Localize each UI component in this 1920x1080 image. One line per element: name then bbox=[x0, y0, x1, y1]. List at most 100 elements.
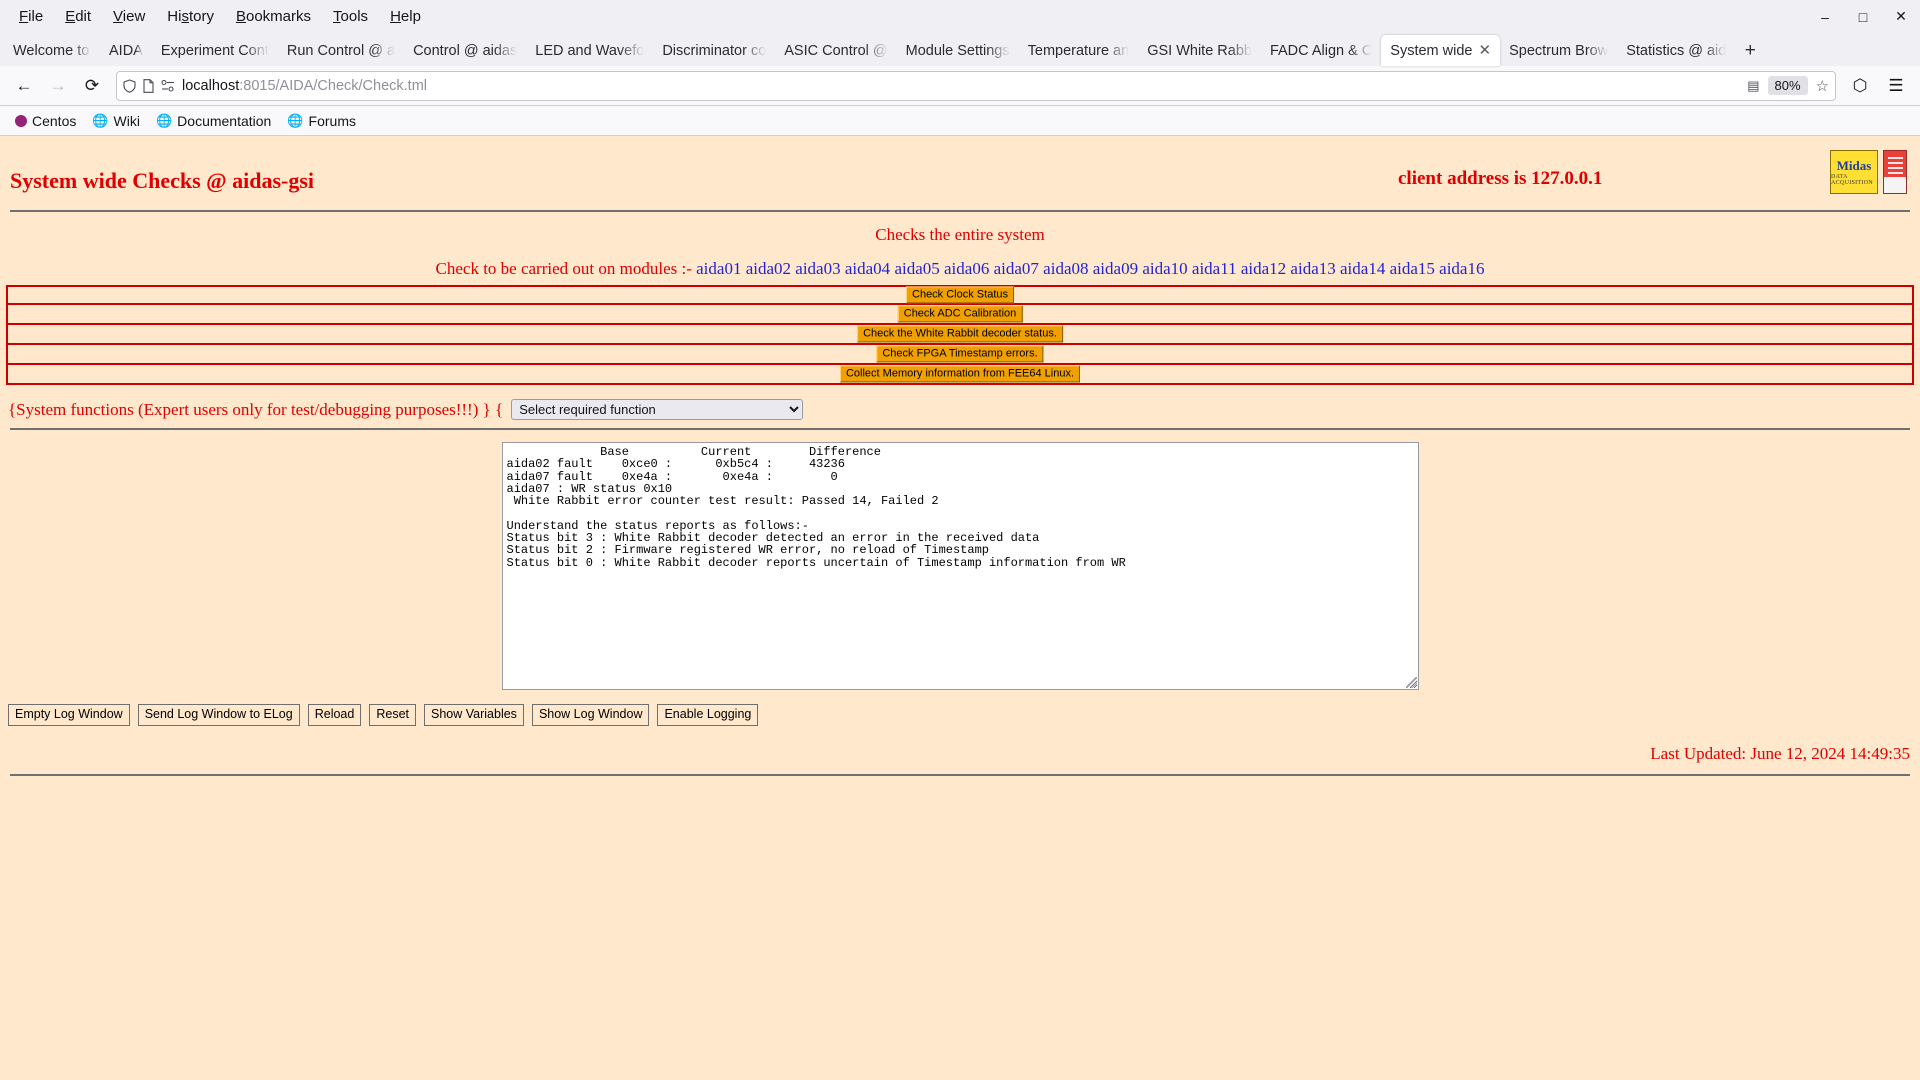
globe-icon: 🌐 bbox=[155, 112, 173, 128]
url-host: localhost bbox=[182, 77, 240, 94]
tab-label: System wide bbox=[1390, 42, 1473, 59]
check-button-4[interactable]: Collect Memory information from FEE64 Li… bbox=[839, 365, 1081, 383]
module-link-aida16[interactable]: aida16 bbox=[1435, 259, 1484, 278]
control-button-empty-log-window[interactable]: Empty Log Window bbox=[8, 704, 130, 726]
module-link-aida15[interactable]: aida15 bbox=[1385, 259, 1435, 278]
menu-history[interactable]: History bbox=[156, 5, 225, 28]
log-output-textarea[interactable]: Base Current Difference aida02 fault 0xc… bbox=[501, 442, 1419, 690]
tab-6[interactable]: Discriminator co bbox=[653, 35, 775, 66]
module-link-aida02[interactable]: aida02 bbox=[741, 259, 791, 278]
page-content: System wide Checks @ aidas-gsi client ad… bbox=[0, 136, 1920, 1080]
bookmark-centos[interactable]: Centos bbox=[8, 110, 83, 132]
url-bar[interactable]: localhost:8015/AIDA/Check/Check.tml ▤ 80… bbox=[116, 70, 1836, 101]
control-button-show-log-window[interactable]: Show Log Window bbox=[531, 704, 650, 726]
header-divider bbox=[10, 210, 1910, 212]
close-icon[interactable]: ✕ bbox=[1479, 43, 1492, 58]
bookmark-label: Wiki bbox=[113, 112, 140, 129]
control-button-show-variables[interactable]: Show Variables bbox=[424, 704, 524, 726]
log-area-wrapper: Base Current Difference aida02 fault 0xc… bbox=[0, 430, 1920, 690]
control-button-send-log-window-to-elog[interactable]: Send Log Window to ELog bbox=[137, 704, 300, 726]
bookmark-wiki[interactable]: 🌐 Wiki bbox=[85, 110, 147, 132]
tab-label: Experiment Cont bbox=[160, 42, 269, 59]
tab-label: Control @ aidas bbox=[413, 42, 518, 59]
module-link-aida08[interactable]: aida08 bbox=[1039, 259, 1088, 278]
module-link-aida07[interactable]: aida07 bbox=[989, 259, 1039, 278]
module-link-aida13[interactable]: aida13 bbox=[1286, 259, 1335, 278]
footer-divider bbox=[10, 773, 1910, 776]
check-band-2: Check the White Rabbit decoder status. bbox=[6, 325, 1914, 345]
urlbar-actions: ▤ 80% ☆ bbox=[1747, 76, 1829, 95]
tab-label: GSI White Rabb bbox=[1147, 42, 1252, 59]
tab-14[interactable]: Statistics @ aid bbox=[1617, 35, 1735, 66]
check-button-0[interactable]: Check Clock Status bbox=[906, 286, 1014, 304]
tab-10[interactable]: GSI White Rabb bbox=[1138, 35, 1261, 66]
tab-strip: Welcome to Cen AIDA Experiment Cont Run … bbox=[0, 33, 1920, 66]
check-button-2[interactable]: Check the White Rabbit decoder status. bbox=[857, 325, 1063, 343]
bookmark-documentation[interactable]: 🌐 Documentation bbox=[149, 110, 278, 132]
new-tab-button[interactable]: + bbox=[1735, 35, 1765, 66]
close-icon[interactable]: ✕ bbox=[1882, 0, 1920, 33]
tab-2[interactable]: Experiment Cont bbox=[152, 35, 278, 66]
app-menu-icon[interactable]: ☰ bbox=[1880, 71, 1912, 101]
reload-icon[interactable]: ⟳ bbox=[76, 71, 108, 101]
url-text[interactable]: localhost:8015/AIDA/Check/Check.tml bbox=[182, 78, 427, 94]
tab-1[interactable]: AIDA bbox=[100, 35, 152, 66]
check-button-1[interactable]: Check ADC Calibration bbox=[897, 305, 1023, 323]
midas-logo-text: Midas bbox=[1836, 157, 1872, 173]
control-button-reset[interactable]: Reset bbox=[369, 704, 416, 726]
page-info-icon[interactable] bbox=[143, 78, 154, 93]
page-subtitle: Checks the entire system bbox=[875, 225, 1045, 244]
module-link-aida14[interactable]: aida14 bbox=[1336, 259, 1385, 278]
tab-label: Discriminator co bbox=[662, 42, 767, 59]
minimize-icon[interactable]: – bbox=[1806, 0, 1844, 33]
check-band-4: Collect Memory information from FEE64 Li… bbox=[6, 365, 1914, 385]
modules-line: Check to be carried out on modules :- ai… bbox=[0, 259, 1920, 279]
module-link-aida11[interactable]: aida11 bbox=[1188, 259, 1237, 278]
function-select[interactable]: Select required function bbox=[511, 399, 804, 420]
shield-icon[interactable] bbox=[123, 78, 136, 93]
pocket-icon[interactable]: ⬡ bbox=[1844, 71, 1876, 101]
module-link-aida10[interactable]: aida10 bbox=[1138, 259, 1187, 278]
menu-tools[interactable]: Tools bbox=[322, 5, 379, 28]
menu-file[interactable]: File bbox=[8, 5, 54, 28]
tab-5[interactable]: LED and Wavefo bbox=[526, 35, 653, 66]
menu-edit[interactable]: Edit bbox=[54, 5, 102, 28]
tab-0[interactable]: Welcome to Cen bbox=[4, 35, 100, 66]
module-link-aida12[interactable]: aida12 bbox=[1237, 259, 1286, 278]
tab-13[interactable]: Spectrum Brow bbox=[1500, 35, 1617, 66]
tab-7[interactable]: ASIC Control @ bbox=[775, 35, 896, 66]
tab-label: FADC Align & C bbox=[1269, 42, 1373, 59]
bookmark-star-icon[interactable]: ☆ bbox=[1816, 77, 1829, 95]
tab-12-active[interactable]: System wide ✕ bbox=[1381, 35, 1501, 66]
tab-11[interactable]: FADC Align & C bbox=[1261, 35, 1381, 66]
tab-9[interactable]: Temperature an bbox=[1019, 35, 1139, 66]
module-link-aida05[interactable]: aida05 bbox=[890, 259, 939, 278]
back-icon[interactable]: ← bbox=[8, 71, 40, 101]
browser-chrome: File Edit View History Bookmarks Tools H… bbox=[0, 0, 1920, 136]
check-band-0: Check Clock Status bbox=[6, 285, 1914, 305]
reader-mode-icon[interactable]: ▤ bbox=[1747, 78, 1759, 94]
bookmarks-bar: Centos 🌐 Wiki 🌐 Documentation 🌐 Forums bbox=[0, 106, 1920, 136]
module-link-aida03[interactable]: aida03 bbox=[791, 259, 840, 278]
tab-3[interactable]: Run Control @ a bbox=[278, 35, 404, 66]
control-button-reload[interactable]: Reload bbox=[307, 704, 362, 726]
module-link-aida09[interactable]: aida09 bbox=[1089, 259, 1138, 278]
maximize-icon[interactable]: □ bbox=[1844, 0, 1882, 33]
check-button-3[interactable]: Check FPGA Timestamp errors. bbox=[876, 345, 1044, 363]
tab-8[interactable]: Module Settings bbox=[897, 35, 1019, 66]
window-controls: – □ ✕ bbox=[1806, 0, 1920, 33]
bookmark-forums[interactable]: 🌐 Forums bbox=[280, 110, 363, 132]
permissions-icon[interactable] bbox=[161, 79, 175, 92]
module-links: aida01 aida02 aida03 aida04 aida05 aida0… bbox=[696, 259, 1484, 278]
zoom-level-badge[interactable]: 80% bbox=[1767, 76, 1808, 95]
forward-icon[interactable]: → bbox=[42, 71, 74, 101]
url-path: :8015/AIDA/Check/Check.tml bbox=[239, 77, 428, 94]
module-link-aida04[interactable]: aida04 bbox=[841, 259, 890, 278]
menu-help[interactable]: Help bbox=[379, 5, 432, 28]
module-link-aida06[interactable]: aida06 bbox=[940, 259, 989, 278]
tab-4[interactable]: Control @ aidas bbox=[404, 35, 526, 66]
module-link-aida01[interactable]: aida01 bbox=[696, 259, 741, 278]
menu-view[interactable]: View bbox=[102, 5, 156, 28]
control-button-enable-logging[interactable]: Enable Logging bbox=[657, 704, 759, 726]
menu-bookmarks[interactable]: Bookmarks bbox=[225, 5, 322, 28]
